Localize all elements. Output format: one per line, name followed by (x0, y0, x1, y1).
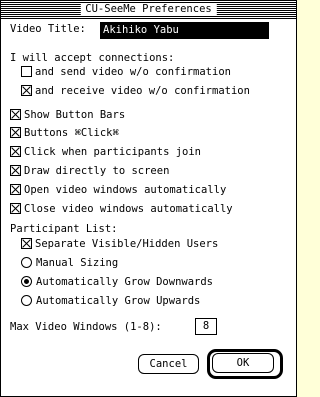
manual-sizing-label: Manual Sizing (36, 256, 119, 269)
buttons-click-label: Buttons ⌘Click⌘ (24, 126, 119, 139)
ok-button-label: OK (236, 357, 250, 369)
video-title-value: Akihiko Yabu (103, 24, 179, 36)
checkbox-icon (10, 109, 21, 120)
video-title-field[interactable]: Akihiko Yabu (100, 22, 269, 39)
send-without-confirmation-checkbox[interactable]: and send video w/o confirmation (21, 65, 231, 78)
separate-visible-hidden-checkbox[interactable]: Separate Visible/Hidden Users (21, 237, 218, 250)
show-button-bars-label: Show Button Bars (24, 108, 126, 121)
grow-downwards-radio[interactable]: Automatically Grow Downwards (21, 275, 213, 288)
grow-upwards-radio[interactable]: Automatically Grow Upwards (21, 294, 200, 307)
radio-icon (21, 295, 32, 306)
checkbox-icon (10, 165, 21, 176)
show-button-bars-checkbox[interactable]: Show Button Bars (10, 108, 125, 121)
checkbox-icon (10, 184, 21, 195)
checkbox-icon (10, 146, 21, 157)
checkbox-icon (10, 203, 21, 214)
preferences-dialog: CU-SeeMe Preferences Video Title: Akihik… (0, 0, 297, 397)
cancel-button-label: Cancel (149, 358, 188, 370)
send-without-confirmation-label: and send video w/o confirmation (35, 65, 231, 78)
grow-downwards-label: Automatically Grow Downwards (36, 275, 214, 288)
participant-list-heading: Participant List: (10, 223, 118, 235)
draw-directly-to-screen-label: Draw directly to screen (24, 164, 170, 177)
open-video-windows-checkbox[interactable]: Open video windows automatically (10, 183, 226, 196)
checkbox-icon (10, 127, 21, 138)
grow-upwards-label: Automatically Grow Upwards (36, 294, 201, 307)
radio-icon (21, 257, 32, 268)
open-video-windows-label: Open video windows automatically (24, 183, 227, 196)
window-title: CU-SeeMe Preferences (80, 3, 217, 15)
checkbox-icon (21, 85, 32, 96)
max-video-windows-field[interactable]: 8 (195, 318, 217, 335)
manual-sizing-radio[interactable]: Manual Sizing (21, 256, 118, 269)
connections-heading: I will accept connections: (10, 52, 175, 64)
separate-visible-hidden-label: Separate Visible/Hidden Users (35, 237, 219, 250)
cancel-button[interactable]: Cancel (138, 354, 199, 374)
checkbox-icon (21, 66, 32, 77)
close-video-windows-label: Close video windows automatically (24, 202, 233, 215)
receive-without-confirmation-checkbox[interactable]: and receive video w/o confirmation (21, 84, 250, 97)
max-video-windows-value: 8 (202, 320, 210, 332)
buttons-click-checkbox[interactable]: Buttons ⌘Click⌘ (10, 126, 119, 139)
checkbox-icon (21, 238, 32, 249)
video-title-label: Video Title: (10, 23, 86, 35)
click-when-participants-join-checkbox[interactable]: Click when participants join (10, 145, 201, 158)
ok-button[interactable]: OK (212, 353, 274, 373)
max-video-windows-label: Max Video Windows (1-8): (10, 321, 162, 333)
receive-without-confirmation-label: and receive video w/o confirmation (35, 84, 250, 97)
draw-directly-to-screen-checkbox[interactable]: Draw directly to screen (10, 164, 169, 177)
click-when-participants-join-label: Click when participants join (24, 145, 202, 158)
title-bar[interactable]: CU-SeeMe Preferences (1, 1, 296, 19)
close-video-windows-checkbox[interactable]: Close video windows automatically (10, 202, 233, 215)
radio-icon (21, 276, 32, 287)
